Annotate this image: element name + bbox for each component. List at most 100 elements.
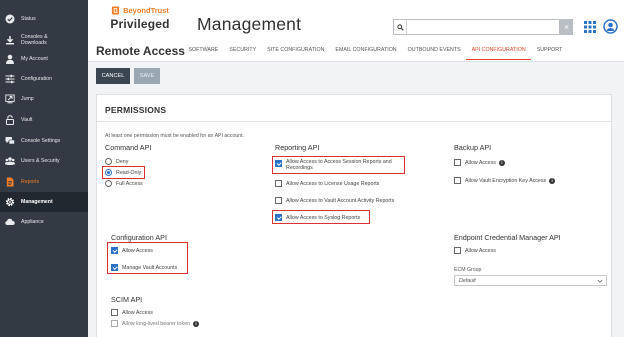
sidebar-item-management[interactable]: Management (0, 192, 88, 212)
command-api-title: Command API (105, 143, 152, 152)
info-icon[interactable]: i (549, 177, 556, 184)
divider (97, 121, 611, 122)
command-api-deny[interactable]: Deny (105, 158, 128, 165)
toolbar: CANCEL SAVE (96, 68, 160, 84)
tab-security[interactable]: SECURITY (224, 46, 262, 60)
sidebar-item-label: Appliance (21, 219, 44, 225)
document-icon (5, 177, 15, 187)
user-account-icon[interactable] (603, 19, 618, 34)
ecm-api-allow-access[interactable]: Allow Access (454, 247, 496, 254)
vault-activity-checkbox[interactable] (275, 197, 282, 204)
cancel-button[interactable]: CANCEL (96, 68, 130, 84)
users-icon (5, 156, 15, 166)
app-grid-icon[interactable] (583, 20, 597, 34)
backup-api-allow-access[interactable]: Allow Access i (454, 159, 505, 166)
tab-api-configuration[interactable]: API CONFIGURATION (466, 46, 532, 60)
command-api-full-access[interactable]: Full Access (105, 180, 143, 187)
info-icon[interactable]: i (193, 320, 200, 327)
reporting-api-license-reports[interactable]: Allow Access to License Usage Reports (275, 180, 379, 187)
sidebar-item-label: Console Settings (21, 138, 61, 144)
brand-logo: BeyondTrust (96, 6, 184, 15)
option-label: Full Access (116, 180, 143, 187)
scim-api-title: SCIM API (111, 295, 143, 304)
full-access-radio[interactable] (105, 180, 112, 187)
sidebar-item-label: Management (21, 199, 53, 205)
sidebar-item-consoles-downloads[interactable]: Consoles & Downloads (0, 30, 88, 50)
download-icon (5, 35, 15, 45)
permissions-card: PERMISSIONS At least one permission must… (96, 94, 612, 337)
backup-allow-checkbox[interactable] (454, 159, 461, 166)
option-label: Deny (116, 158, 129, 165)
sidebar-item-label: Status (21, 16, 36, 22)
option-label: Allow Access (465, 247, 496, 254)
license-reports-checkbox[interactable] (275, 180, 282, 187)
scim-allow-checkbox[interactable] (111, 309, 118, 316)
lock-icon (5, 115, 15, 125)
page-title: Management (197, 14, 302, 34)
permissions-note: At least one permission must be enabled … (105, 133, 244, 139)
cloud-icon (5, 217, 15, 227)
reporting-api-title: Reporting API (275, 143, 320, 152)
highlight-box (272, 210, 370, 224)
backup-api-vault-key[interactable]: Allow Vault Encryption Key Access i (454, 177, 556, 184)
info-icon[interactable]: i (498, 159, 505, 166)
brand: BeyondTrust Privileged (96, 6, 184, 31)
vault-key-checkbox[interactable] (454, 177, 461, 184)
brand-name: BeyondTrust (123, 6, 169, 15)
sidebar: Status Consoles & Downloads My Account C… (0, 0, 88, 337)
sidebar-item-label: Users & Security (21, 158, 60, 164)
chat-icon (5, 136, 15, 146)
tab-outbound-events[interactable]: OUTBOUND EVENTS (402, 46, 466, 60)
ecm-group-select[interactable]: Default (454, 275, 607, 286)
search-input[interactable] (393, 19, 560, 35)
nav-tabs: SOFTWARE SECURITY SITE CONFIGURATION EMA… (183, 46, 568, 60)
sidebar-item-users-security[interactable]: Users & Security (0, 151, 88, 171)
permissions-title: PERMISSIONS (105, 105, 167, 115)
tab-site-configuration[interactable]: SITE CONFIGURATION (262, 46, 330, 60)
sidebar-item-reports[interactable]: Reports (0, 172, 88, 192)
sidebar-item-configuration[interactable]: Configuration (0, 69, 88, 89)
tab-email-configuration[interactable]: EMAIL CONFIGURATION (330, 46, 402, 60)
deny-radio[interactable] (105, 158, 112, 165)
sliders-icon (5, 74, 15, 84)
sidebar-item-console-settings[interactable]: Console Settings (0, 131, 88, 151)
ecm-api-title: Endpoint Credential Manager API (454, 233, 561, 242)
sidebar-item-label: Jump (21, 96, 34, 102)
sidebar-item-label: My Account (21, 56, 48, 62)
tab-software[interactable]: SOFTWARE (183, 46, 224, 60)
scim-api-allow-access[interactable]: Allow Access (111, 309, 153, 316)
tab-support[interactable]: SUPPORT (531, 46, 568, 60)
search-clear-button[interactable]: × (560, 19, 573, 35)
scim-api-bearer-token[interactable]: Allow long-lived bearer token i (111, 320, 200, 327)
reporting-api-vault-activity[interactable]: Allow Access to Vault Account Activity R… (275, 197, 394, 204)
sidebar-item-label: Reports (21, 179, 40, 185)
option-label: Allow Access to License Usage Reports (286, 180, 380, 187)
ecm-group-value: Default (459, 278, 476, 284)
beyondtrust-logo-icon (111, 6, 120, 15)
sidebar-item-my-account[interactable]: My Account (0, 49, 88, 69)
highlight-box (272, 156, 405, 174)
chevron-down-icon (597, 279, 603, 283)
bearer-token-checkbox[interactable] (111, 320, 118, 327)
sidebar-item-appliance[interactable]: Appliance (0, 212, 88, 232)
header: BeyondTrust Privileged Remote Access Man… (88, 0, 624, 62)
ecm-group-label: ECM Group (454, 267, 482, 273)
option-label: Allow long-lived bearer token (122, 320, 191, 327)
sidebar-item-label: Consoles & Downloads (21, 34, 48, 46)
search-icon[interactable] (394, 20, 407, 34)
sidebar-item-jump[interactable]: Jump (0, 89, 88, 109)
ecm-allow-checkbox[interactable] (454, 247, 461, 254)
save-button[interactable]: SAVE (134, 68, 160, 84)
close-icon: × (563, 22, 570, 32)
configuration-api-title: Configuration API (111, 233, 167, 242)
option-label: Allow Access to Vault Account Activity R… (286, 197, 395, 204)
option-label: Allow Access (122, 309, 153, 316)
sidebar-item-label: Vault (21, 117, 33, 123)
option-label: Allow Vault Encryption Key Access (465, 177, 547, 184)
brand-remote-access: Remote Access (96, 44, 185, 58)
highlight-box (107, 242, 188, 274)
gear-icon (5, 197, 15, 207)
sidebar-item-vault[interactable]: Vault (0, 110, 88, 130)
sidebar-item-status[interactable]: Status (0, 9, 88, 29)
user-icon (5, 54, 15, 64)
